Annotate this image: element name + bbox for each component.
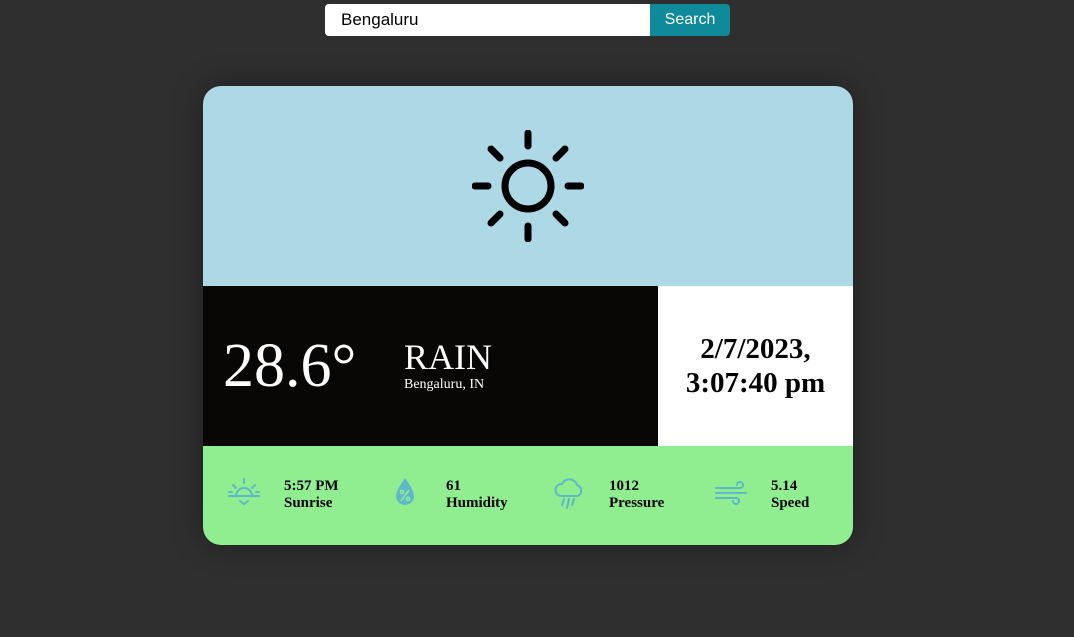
speed-label: Speed xyxy=(771,495,810,511)
sun-icon xyxy=(472,130,584,242)
search-button[interactable]: Search xyxy=(650,4,730,36)
pressure-label: Pressure xyxy=(609,495,665,511)
current-weather-row: 28.6° RAIN Bengaluru, IN 2/7/2023, 3:07:… xyxy=(203,286,853,446)
sunrise-icon xyxy=(228,478,260,506)
time: 3:07:40 pm xyxy=(685,367,826,399)
weather-card: 28.6° RAIN Bengaluru, IN 2/7/2023, 3:07:… xyxy=(203,86,853,545)
temperature: 28.6° xyxy=(223,332,357,400)
humidity-icon xyxy=(396,478,414,505)
speed-value: 5.14 xyxy=(771,478,798,494)
location: Bengaluru, IN xyxy=(404,377,485,392)
sunrise-value: 5:57 PM xyxy=(284,478,339,494)
stats-panel: 5:57 PM Sunrise 61 Humidity 1012 Pressur… xyxy=(203,446,853,545)
humidity-value: 61 xyxy=(446,478,461,494)
search-input[interactable] xyxy=(325,4,650,36)
search-bar: Search xyxy=(325,4,730,36)
pressure-value: 1012 xyxy=(609,478,639,494)
pressure-icon xyxy=(554,478,583,509)
datetime-panel: 2/7/2023, 3:07:40 pm xyxy=(658,286,853,446)
humidity-label: Humidity xyxy=(446,495,508,511)
weather-icon-panel xyxy=(203,86,853,286)
weather-condition: RAIN xyxy=(404,337,492,377)
temperature-panel: 28.6° RAIN Bengaluru, IN xyxy=(203,286,658,446)
wind-icon xyxy=(715,481,747,505)
date: 2/7/2023, xyxy=(700,333,811,365)
sunrise-label: Sunrise xyxy=(284,495,333,511)
